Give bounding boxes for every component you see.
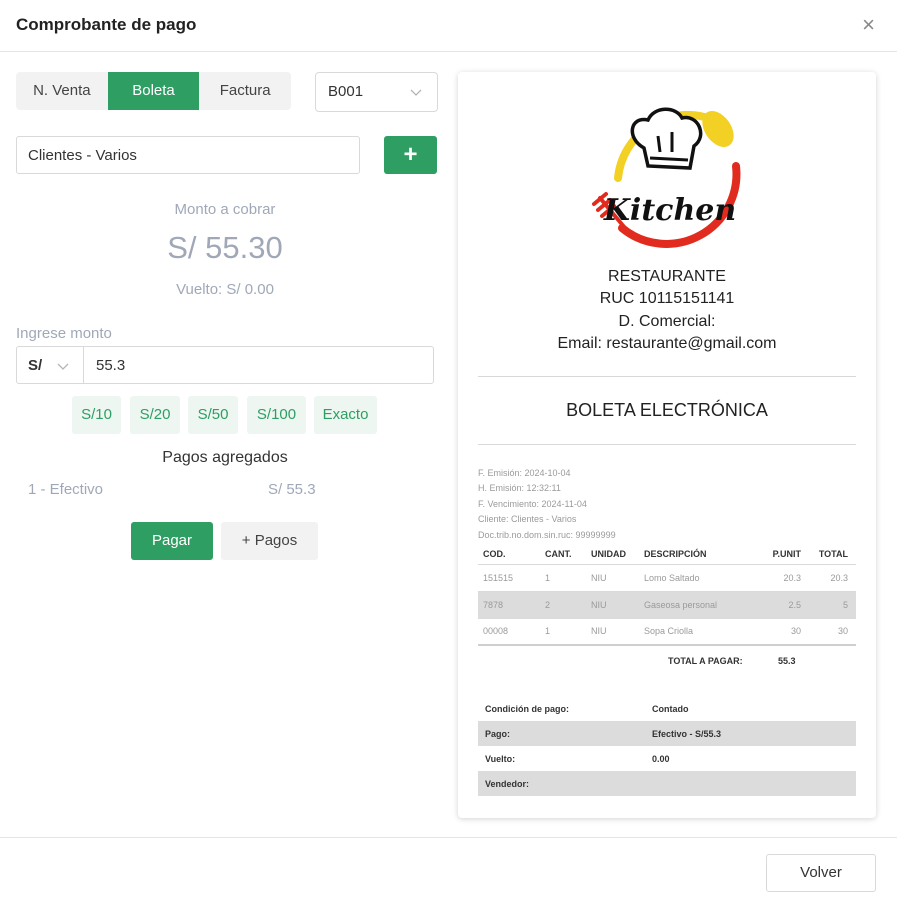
divider [478, 444, 856, 445]
serie-value: B001 [328, 83, 364, 100]
add-client-button[interactable]: + [384, 136, 437, 174]
exact-amount-button[interactable]: Exacto [314, 396, 377, 434]
company-name: RESTAURANTE [608, 268, 726, 285]
issue-date: F. Emisión: 2024-10-04 [478, 468, 571, 478]
footer-divider [0, 837, 897, 838]
item-qty: 1 [540, 563, 586, 591]
item-total: 30 [809, 617, 856, 646]
client-input[interactable] [16, 136, 360, 174]
tab-boleta[interactable]: Boleta [107, 72, 200, 110]
add-payment-button[interactable]: + Pagos [221, 522, 318, 560]
pay-button[interactable]: Pagar [131, 522, 213, 560]
item-unit-price: 20.3 [759, 563, 809, 591]
item-unit-price: 30 [759, 617, 809, 646]
receipt-preview: Kitchen RESTAURANTE RUC 10115151141 D. C… [458, 72, 876, 818]
column-header: TOTAL [818, 548, 848, 559]
payment-info-row: Condición de pago: Contado [478, 696, 856, 721]
item-unit: NIU [586, 617, 639, 646]
payment-info-label: Condición de pago: [485, 703, 569, 714]
payment-info-value: Efectivo - S/55.3 [648, 721, 856, 746]
quick-amount-50-button[interactable]: S/50 [188, 396, 238, 434]
payment-info-label: Vuelto: [485, 753, 516, 764]
table-row: 7878 2 NIU Gaseosa personal 2.5 5 [478, 590, 856, 618]
due-date: F. Vencimiento: 2024-11-04 [478, 499, 587, 509]
receipt-document-type: BOLETA ELECTRÓNICA [566, 400, 768, 420]
change-text: Vuelto: S/ 0.00 [176, 281, 274, 298]
close-icon[interactable]: × [862, 14, 875, 36]
payment-method: 1 - Efectivo [28, 481, 104, 498]
payment-info-value [648, 771, 856, 796]
currency-value: S/ [28, 357, 43, 374]
divider [478, 376, 856, 377]
column-header: UNIDAD [591, 548, 626, 559]
serie-select[interactable]: B001 [315, 72, 438, 112]
item-code: 151515 [478, 563, 540, 591]
item-description: Sopa Criolla [639, 617, 759, 646]
payment-info-value: Contado [652, 703, 689, 714]
items-table: COD. CANT. UNIDAD DESCRIPCIÓN P.UNIT TOT… [478, 544, 856, 646]
total-value: 55.3 [778, 656, 796, 666]
item-qty: 2 [540, 590, 586, 618]
amount-due-value: S/ 55.30 [167, 230, 283, 265]
table-row: 00008 1 NIU Sopa Criolla 30 30 [478, 617, 856, 646]
quick-amount-20-button[interactable]: S/20 [130, 396, 180, 434]
svg-text:Kitchen: Kitchen [603, 193, 736, 228]
item-code: 7878 [478, 590, 540, 618]
item-unit-price: 2.5 [759, 590, 809, 618]
column-header: CANT. [545, 548, 572, 559]
amount-due-label: Monto a cobrar [174, 201, 276, 218]
tab-nota-venta[interactable]: N. Venta [16, 72, 108, 110]
item-unit: NIU [586, 590, 639, 618]
payment-amount: S/ 55.3 [268, 481, 316, 498]
payment-info-label: Vendedor: [478, 771, 648, 796]
column-header: DESCRIPCIÓN [644, 548, 707, 559]
payment-info-row: Vendedor: [478, 771, 856, 796]
item-description: Gaseosa personal [639, 590, 759, 618]
amount-input-label: Ingrese monto [16, 325, 112, 342]
item-unit: NIU [586, 563, 639, 591]
quick-amount-10-button[interactable]: S/10 [72, 396, 121, 434]
payment-info-row: Pago: Efectivo - S/55.3 [478, 721, 856, 746]
kitchen-logo: Kitchen [592, 107, 741, 248]
company-commercial: D. Comercial: [618, 313, 716, 330]
item-total: 20.3 [809, 563, 856, 591]
back-button[interactable]: Volver [766, 854, 876, 892]
item-qty: 1 [540, 617, 586, 646]
document-type-tabs: N. Venta Boleta Factura [16, 72, 291, 110]
company-email: Email: restaurante@gmail.com [557, 335, 777, 352]
item-total: 5 [809, 590, 856, 618]
modal-header: Comprobante de pago × [0, 0, 897, 52]
issue-time: H. Emisión: 12:32:11 [478, 483, 561, 493]
table-row: 151515 1 NIU Lomo Saltado 20.3 20.3 [478, 563, 856, 591]
total-label: TOTAL A PAGAR: [668, 656, 743, 666]
modal-title: Comprobante de pago [16, 15, 197, 34]
payment-info-value: 0.00 [652, 753, 670, 764]
amount-input[interactable] [83, 346, 434, 384]
quick-amount-100-button[interactable]: S/100 [247, 396, 306, 434]
column-header: COD. [483, 548, 506, 559]
item-code: 00008 [478, 617, 540, 646]
receipt-client: Cliente: Clientes - Varios [478, 514, 577, 524]
currency-select[interactable]: S/ [16, 346, 84, 384]
chevron-down-icon [410, 89, 422, 96]
company-ruc: RUC 10115151141 [599, 290, 735, 307]
items-header-row: COD. CANT. UNIDAD DESCRIPCIÓN P.UNIT TOT… [478, 544, 856, 564]
item-description: Lomo Saltado [639, 563, 759, 591]
payment-info-table: Condición de pago: Contado Pago: Efectiv… [478, 696, 856, 796]
column-header: P.UNIT [772, 548, 801, 559]
tab-factura[interactable]: Factura [199, 72, 291, 110]
payment-info-label: Pago: [478, 721, 648, 746]
receipt-doc: Doc.trib.no.dom.sin.ruc: 99999999 [478, 530, 616, 540]
payments-title: Pagos agregados [162, 449, 288, 466]
payment-info-row: Vuelto: 0.00 [478, 746, 856, 771]
chevron-down-icon [57, 363, 69, 370]
